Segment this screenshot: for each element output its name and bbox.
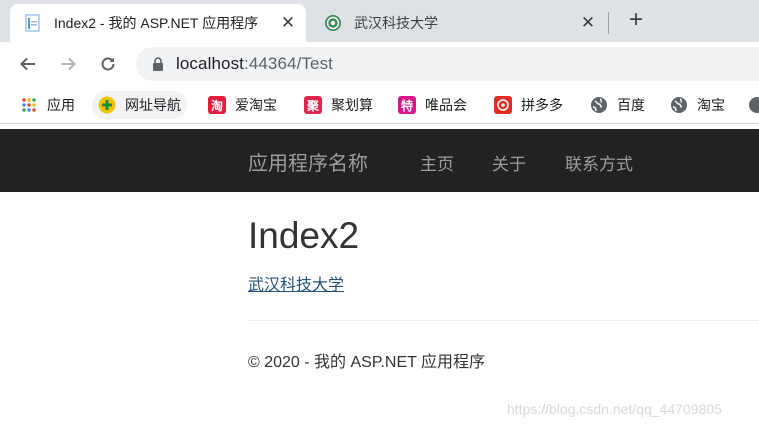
bookmarks-bar: 应用 网址导航 淘 爱淘宝 聚 聚划算 特 唯品会 拼多多 百度 淘宝 [0,86,759,124]
vipshop-icon: 特 [398,96,416,114]
url-text: localhost:44364/Test [176,54,333,74]
bookmark-label: 应用 [47,97,75,113]
wust-logo-icon [324,14,342,32]
url-path: :44364/Test [244,54,333,73]
bookmark-navigation[interactable]: 网址导航 [92,91,187,119]
reload-icon [101,57,115,71]
bookmark-apps[interactable]: 应用 [20,91,75,119]
close-tab-icon[interactable]: ✕ [578,13,598,33]
bookmark-taobao[interactable]: 淘宝 [670,91,725,119]
document-page-icon [24,14,42,32]
page-title: Index2 [248,215,360,256]
globe-icon [670,96,688,114]
globe-icon [590,96,608,114]
address-bar[interactable]: localhost:44364/Test [136,47,759,81]
bookmark-label: 网址导航 [125,97,181,113]
bookmark-label: 爱淘宝 [235,97,277,113]
browser-toolbar: localhost:44364/Test [0,42,759,86]
watermark: https://blog.csdn.net/qq_44709805 [507,401,722,417]
bookmark-vipshop[interactable]: 特 唯品会 [398,91,467,119]
nav-link-contact[interactable]: 联系方式 [565,150,633,175]
bookmark-label: 唯品会 [425,97,467,113]
forward-arrow-icon [61,57,76,71]
nav-link-about[interactable]: 关于 [492,150,526,175]
navbar-brand[interactable]: 应用程序名称 [248,147,368,176]
page-footer: © 2020 - 我的 ASP.NET 应用程序 [248,354,486,371]
apps-grid-icon [20,96,38,114]
site-navbar: 应用程序名称 主页 关于 联系方式 [0,129,759,192]
aitaobao-icon: 淘 [208,96,226,114]
close-tab-icon[interactable]: ✕ [278,13,298,33]
bookmark-juhuasuan[interactable]: 聚 聚划算 [304,91,373,119]
url-host: localhost [176,54,244,73]
wust-link[interactable]: 武汉科技大学 [248,271,344,295]
bookmark-label: 聚划算 [331,97,373,113]
pinduoduo-icon [494,96,512,114]
lock-icon [152,57,164,71]
bookmark-label: 拼多多 [521,97,563,113]
tab-title: 武汉科技大学 [354,15,438,31]
nav-link-home[interactable]: 主页 [420,150,454,175]
tab-title: Index2 - 我的 ASP.NET 应用程序 [54,15,259,31]
bookmark-pinduoduo[interactable]: 拼多多 [494,91,563,119]
tab-strip: Index2 - 我的 ASP.NET 应用程序 ✕ 武汉科技大学 ✕ + [0,0,759,42]
footer-divider [248,320,759,321]
bookmark-overflow[interactable] [748,91,759,119]
navigation-plus-icon [98,96,116,114]
tab-index2[interactable]: Index2 - 我的 ASP.NET 应用程序 ✕ [10,4,306,42]
globe-icon [748,96,759,114]
juhuasuan-icon: 聚 [304,96,322,114]
tab-wust[interactable]: 武汉科技大学 ✕ [310,4,606,42]
reload-button[interactable] [94,50,122,78]
tab-separator [608,12,609,34]
back-button[interactable] [14,50,42,78]
back-arrow-icon [20,57,35,71]
bookmark-aitaobao[interactable]: 淘 爱淘宝 [208,91,277,119]
bookmark-label: 淘宝 [697,97,725,113]
forward-button[interactable] [54,50,82,78]
bookmark-label: 百度 [617,97,645,113]
new-tab-button[interactable]: + [624,8,648,33]
bookmark-baidu[interactable]: 百度 [590,91,645,119]
